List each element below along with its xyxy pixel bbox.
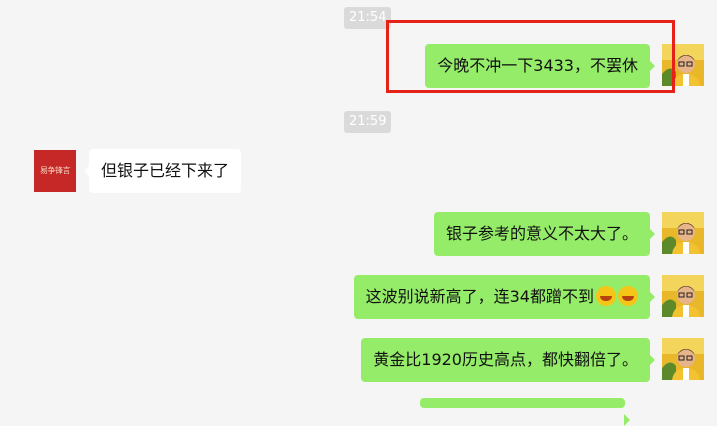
laughing-tears-emoji-icon (596, 285, 616, 306)
message-text: 黄金比1920历史高点，都快翻倍了。 (373, 350, 638, 369)
message-bubble-partial[interactable] (420, 398, 630, 426)
message-bubble[interactable]: 但银子已经下来了 (83, 149, 242, 193)
message-bubble[interactable]: 黄金比1920历史高点，都快翻倍了。 (361, 338, 655, 382)
user-avatar[interactable] (662, 338, 704, 380)
laughing-tears-emoji-icon (618, 285, 638, 306)
contact-avatar[interactable]: 易争锋言 (34, 150, 76, 192)
message-bubble[interactable]: 银子参考的意义不太大了。 (433, 212, 656, 256)
contact-avatar-text: 易争锋言 (34, 150, 76, 192)
user-avatar[interactable] (662, 212, 704, 254)
message-bubble[interactable]: 这波别说新高了，连34都蹭不到 (353, 275, 656, 319)
cartoon-avatar-icon (662, 275, 704, 317)
user-avatar[interactable] (662, 275, 704, 317)
timestamp: 21:59 (344, 111, 392, 133)
highlight-box (386, 20, 675, 93)
cartoon-avatar-icon (662, 338, 704, 380)
message-text: 但银子已经下来了 (101, 161, 230, 180)
timestamp: 21:54 (344, 7, 392, 29)
message-text: 这波别说新高了，连34都蹭不到 (365, 287, 594, 306)
message-text: 银子参考的意义不太大了。 (445, 224, 638, 243)
cartoon-avatar-icon (662, 212, 704, 254)
